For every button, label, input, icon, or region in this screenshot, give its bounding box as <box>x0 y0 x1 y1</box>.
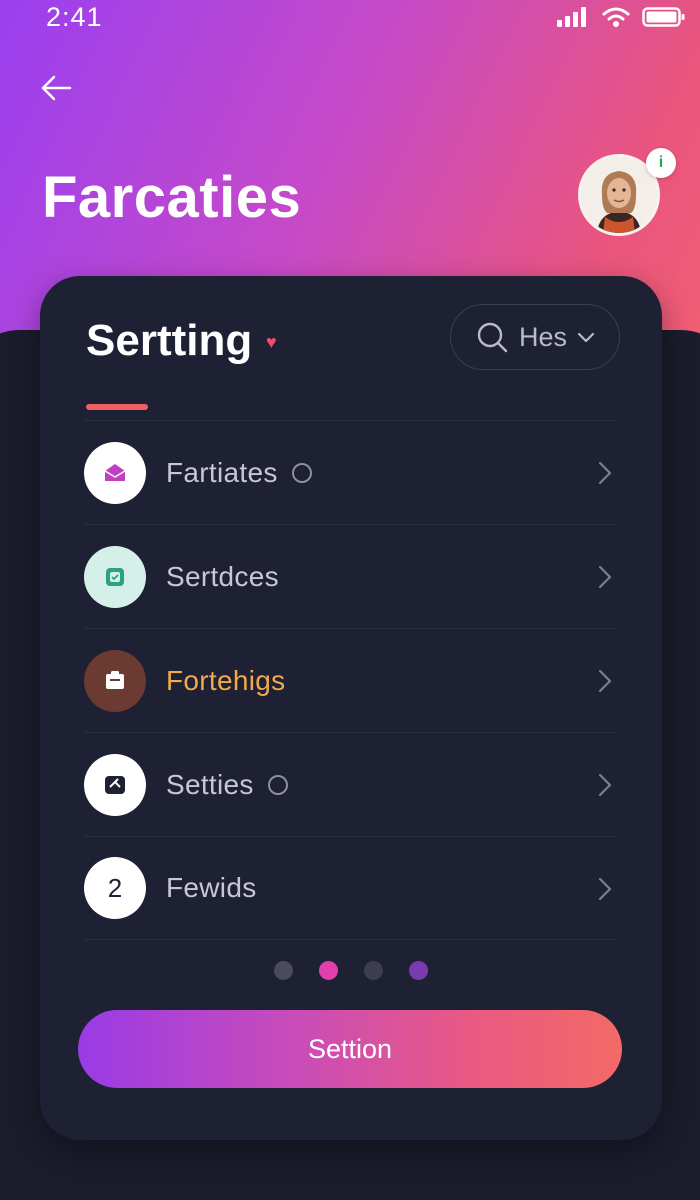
settings-row[interactable]: Fortehigs <box>84 628 616 732</box>
badge-icon <box>84 545 146 608</box>
wifi-icon <box>602 7 630 27</box>
user-photo-icon <box>581 157 657 233</box>
chevron-right-icon <box>598 565 612 589</box>
card-title: Sertting <box>86 316 253 365</box>
settings-row-label: Fartiates <box>166 456 278 488</box>
back-button[interactable] <box>34 66 78 110</box>
notification-badge: i <box>646 148 676 178</box>
status-dot <box>291 462 312 483</box>
signal-icon <box>557 7 586 27</box>
settings-row-label: Sertdces <box>166 560 279 592</box>
settings-row-label: Fortehigs <box>166 664 286 696</box>
clipboard-icon <box>84 649 146 712</box>
chevron-down-icon <box>577 332 595 343</box>
help-label: Hes <box>519 321 568 352</box>
gauge-icon <box>84 753 146 816</box>
settings-row[interactable]: 2 Fewids <box>84 836 616 940</box>
status-bar: 2:41 <box>0 0 700 40</box>
heart-icon: ♥ <box>266 332 277 352</box>
settings-row[interactable]: Sertdces <box>84 524 616 628</box>
search-icon <box>477 322 508 353</box>
settings-row-label: Fewids <box>166 872 257 903</box>
status-icons <box>556 6 686 28</box>
help-dropdown[interactable]: Hes <box>450 304 620 370</box>
settings-card: Sertting ♥ Hes Fartiates Sertdces Fortehig… <box>40 276 662 1140</box>
chevron-right-icon <box>598 877 612 901</box>
battery-icon <box>642 7 685 27</box>
title-underline <box>86 404 148 410</box>
number-two-icon: 2 <box>84 857 146 919</box>
pagination-dot[interactable] <box>364 961 383 980</box>
chevron-right-icon <box>598 669 612 693</box>
pagination-dot[interactable] <box>409 961 428 980</box>
settings-row-label: Setties <box>166 768 254 800</box>
pagination-dot[interactable] <box>274 961 293 980</box>
settings-row[interactable]: Fartiates <box>84 420 616 524</box>
settings-list: Fartiates Sertdces Fortehigs Setties 2 Fewids <box>84 420 616 940</box>
settings-row[interactable]: Setties <box>84 732 616 836</box>
pagination-dot[interactable] <box>319 961 338 980</box>
page-title: Farcaties <box>42 165 302 230</box>
mail-icon <box>84 441 146 504</box>
status-time: 2:41 <box>46 2 103 32</box>
status-dot <box>267 774 288 795</box>
chevron-right-icon <box>598 461 612 485</box>
arrow-left-icon <box>41 75 72 101</box>
chevron-right-icon <box>598 773 612 797</box>
pagination-dots <box>40 961 662 980</box>
primary-action-button[interactable]: Settion <box>78 1010 622 1088</box>
settings-screen: 2:41 Farcaties i Sertting ♥ Hes Fartiate… <box>0 0 700 1200</box>
profile-avatar[interactable]: i <box>578 148 676 236</box>
